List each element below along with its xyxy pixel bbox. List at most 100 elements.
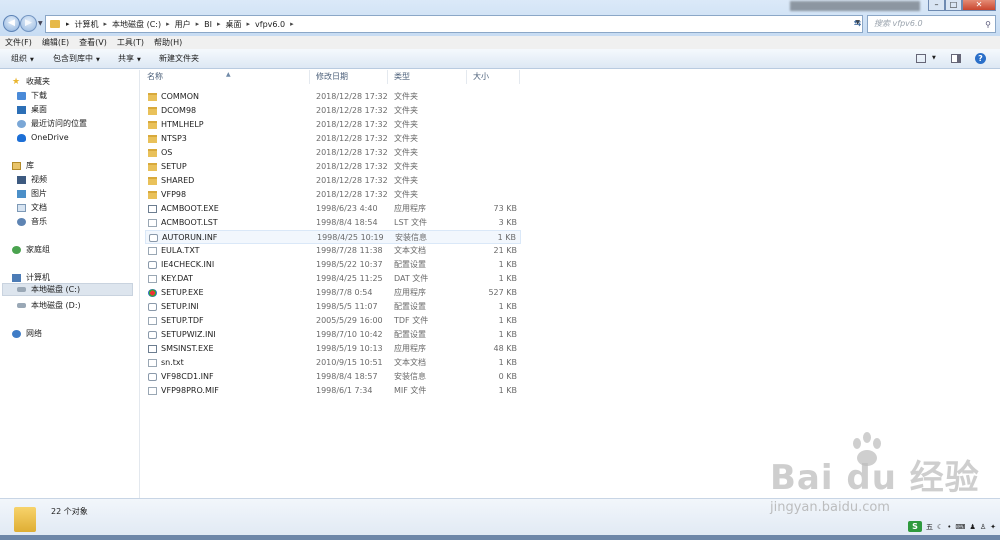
input-method-label[interactable]: 五 bbox=[926, 522, 933, 532]
forward-button[interactable]: ▶ bbox=[20, 15, 37, 32]
file-row[interactable]: AUTORUN.INF 1998/4/25 10:19 安装信息 1 KB bbox=[145, 230, 521, 244]
nav-desktop[interactable]: 桌面 bbox=[17, 103, 47, 116]
file-row[interactable]: DCOM98 2018/12/28 17:32 文件夹 bbox=[145, 104, 521, 118]
column-header-date[interactable]: 修改日期 bbox=[310, 70, 388, 84]
file-row[interactable]: VFP98PRO.MIF 1998/6/1 7:34 MIF 文件 1 KB bbox=[145, 384, 521, 398]
organize-button[interactable]: 组织 ▼ bbox=[11, 53, 34, 66]
nav-network[interactable]: 网络 bbox=[12, 327, 42, 340]
nav-videos[interactable]: 视频 bbox=[17, 173, 47, 186]
file-type: 文件夹 bbox=[394, 162, 418, 171]
nav-drive-d[interactable]: 本地磁盘 (D:) bbox=[17, 299, 81, 312]
nav-favorites[interactable]: ★ 收藏夹 bbox=[12, 75, 50, 88]
breadcrumb-item[interactable]: 桌面 bbox=[226, 19, 242, 30]
file-row[interactable]: SETUP.EXE 1998/7/8 0:54 应用程序 527 KB bbox=[145, 286, 521, 300]
breadcrumb-item[interactable]: vfpv6.0 bbox=[255, 20, 285, 29]
help-icon[interactable]: ? bbox=[975, 53, 986, 64]
file-row[interactable]: ACMBOOT.EXE 1998/6/23 4:40 应用程序 73 KB bbox=[145, 202, 521, 216]
nav-documents[interactable]: 文档 bbox=[17, 201, 47, 214]
breadcrumb-item[interactable]: 用户 bbox=[175, 19, 191, 30]
search-icon[interactable]: ⚲ bbox=[985, 17, 991, 33]
address-bar[interactable]: ▸ 计算机 ▸ 本地磁盘 (C:) ▸ 用户 ▸ BI ▸ 桌面 ▸ vfpv6.0 ▸ ▼ bbox=[45, 15, 863, 33]
include-in-library-button[interactable]: 包含到库中 ▼ bbox=[53, 53, 100, 66]
recent-pages-dropdown-icon[interactable]: ▼ bbox=[38, 20, 43, 27]
file-date: 1998/8/4 18:54 bbox=[316, 218, 378, 227]
chevron-down-icon[interactable]: ▼ bbox=[932, 55, 936, 61]
change-view-icon[interactable] bbox=[916, 54, 926, 63]
chevron-right-icon[interactable]: ▸ bbox=[217, 20, 221, 28]
file-row[interactable]: HTMLHELP 2018/12/28 17:32 文件夹 bbox=[145, 118, 521, 132]
nav-onedrive[interactable]: OneDrive bbox=[17, 131, 69, 144]
file-date: 1998/4/25 11:25 bbox=[316, 274, 383, 283]
file-row[interactable]: OS 2018/12/28 17:32 文件夹 bbox=[145, 146, 521, 160]
nav-drive-c[interactable]: 本地磁盘 (C:) bbox=[2, 283, 133, 296]
menu-file[interactable]: 文件(F) bbox=[0, 36, 37, 49]
chevron-right-icon[interactable]: ▸ bbox=[166, 20, 170, 28]
search-input[interactable]: 搜索 vfpv6.0 ⚲ bbox=[867, 15, 996, 33]
refresh-icon[interactable]: ⇆ bbox=[851, 15, 864, 33]
network-icon bbox=[12, 329, 21, 338]
share-button[interactable]: 共享 ▼ bbox=[118, 53, 141, 66]
nav-pictures[interactable]: 图片 bbox=[17, 187, 47, 200]
star-icon: ★ bbox=[12, 76, 21, 87]
new-folder-button[interactable]: 新建文件夹 bbox=[159, 53, 199, 64]
file-name: VFP98 bbox=[161, 190, 187, 199]
file-type: DAT 文件 bbox=[394, 274, 429, 283]
file-row[interactable]: EULA.TXT 1998/7/28 11:38 文本文档 21 KB bbox=[145, 244, 521, 258]
file-row[interactable]: SETUPWIZ.INI 1998/7/10 10:42 配置设置 1 KB bbox=[145, 328, 521, 342]
back-button[interactable]: ◀ bbox=[3, 15, 20, 32]
breadcrumb-item[interactable]: BI bbox=[204, 20, 212, 29]
menu-tools[interactable]: 工具(T) bbox=[112, 36, 149, 49]
menu-help[interactable]: 帮助(H) bbox=[149, 36, 187, 49]
file-row[interactable]: SHARED 2018/12/28 17:32 文件夹 bbox=[145, 174, 521, 188]
file-row[interactable]: NTSP3 2018/12/28 17:32 文件夹 bbox=[145, 132, 521, 146]
cloud-icon bbox=[17, 133, 26, 142]
file-row[interactable]: ACMBOOT.LST 1998/8/4 18:54 LST 文件 3 KB bbox=[145, 216, 521, 230]
chevron-right-icon[interactable]: ▸ bbox=[104, 20, 108, 28]
breadcrumb-item[interactable]: 计算机 bbox=[75, 19, 99, 30]
file-date: 1998/4/25 10:19 bbox=[317, 233, 384, 242]
settings-file-icon bbox=[148, 303, 157, 311]
nav-recent[interactable]: 最近访问的位置 bbox=[17, 117, 87, 130]
tools-icon[interactable]: ✦ bbox=[990, 523, 996, 531]
folder-icon bbox=[148, 163, 157, 171]
chevron-right-icon[interactable]: ▸ bbox=[247, 20, 251, 28]
column-header-name[interactable]: 名称 ▲ bbox=[141, 70, 310, 84]
menu-view[interactable]: 查看(V) bbox=[74, 36, 112, 49]
menu-edit[interactable]: 编辑(E) bbox=[37, 36, 74, 49]
nav-music[interactable]: 音乐 bbox=[17, 215, 47, 228]
column-header-size[interactable]: 大小 bbox=[467, 70, 520, 84]
person-icon[interactable]: ♟ bbox=[970, 523, 976, 531]
file-size: 1 KB bbox=[498, 358, 517, 367]
file-date: 1998/6/1 7:34 bbox=[316, 386, 373, 395]
include-library-label: 包含到库中 bbox=[53, 54, 93, 63]
minimize-button[interactable]: – bbox=[928, 0, 945, 11]
nav-homegroup[interactable]: 家庭组 bbox=[12, 243, 50, 256]
file-icon bbox=[148, 317, 157, 325]
chevron-right-icon[interactable]: ▸ bbox=[196, 20, 200, 28]
keyboard-icon[interactable]: ⌨ bbox=[955, 523, 965, 531]
dot-icon[interactable]: • bbox=[947, 523, 951, 531]
file-row[interactable]: VFP98 2018/12/28 17:32 文件夹 bbox=[145, 188, 521, 202]
preview-pane-icon[interactable] bbox=[951, 54, 961, 63]
column-header-type[interactable]: 类型 bbox=[388, 70, 467, 84]
file-row[interactable]: sn.txt 2010/9/15 10:51 文本文档 1 KB bbox=[145, 356, 521, 370]
system-tray: S 五 ☾ • ⌨ ♟ ♙ ✦ bbox=[908, 521, 996, 532]
file-row[interactable]: COMMON 2018/12/28 17:32 文件夹 bbox=[145, 90, 521, 104]
file-row[interactable]: SETUP 2018/12/28 17:32 文件夹 bbox=[145, 160, 521, 174]
close-button[interactable]: ✕ bbox=[962, 0, 996, 11]
breadcrumb-item[interactable]: 本地磁盘 (C:) bbox=[112, 19, 161, 30]
maximize-button[interactable]: □ bbox=[945, 0, 962, 11]
file-row[interactable]: VF98CD1.INF 1998/8/4 18:57 安装信息 0 KB bbox=[145, 370, 521, 384]
clothing-icon[interactable]: ♙ bbox=[980, 523, 986, 531]
file-row[interactable]: SMSINST.EXE 1998/5/19 10:13 应用程序 48 KB bbox=[145, 342, 521, 356]
moon-icon[interactable]: ☾ bbox=[937, 523, 943, 531]
nav-downloads[interactable]: 下载 bbox=[17, 89, 47, 102]
file-row[interactable]: SETUP.INI 1998/5/5 11:07 配置设置 1 KB bbox=[145, 300, 521, 314]
file-row[interactable]: KEY.DAT 1998/4/25 11:25 DAT 文件 1 KB bbox=[145, 272, 521, 286]
chevron-right-icon[interactable]: ▸ bbox=[290, 20, 294, 28]
file-row[interactable]: IE4CHECK.INI 1998/5/22 10:37 配置设置 1 KB bbox=[145, 258, 521, 272]
nav-libraries[interactable]: 库 bbox=[12, 159, 34, 172]
input-method-icon[interactable]: S bbox=[908, 521, 922, 532]
folder-icon bbox=[148, 149, 157, 157]
file-row[interactable]: SETUP.TDF 2005/5/29 16:00 TDF 文件 1 KB bbox=[145, 314, 521, 328]
